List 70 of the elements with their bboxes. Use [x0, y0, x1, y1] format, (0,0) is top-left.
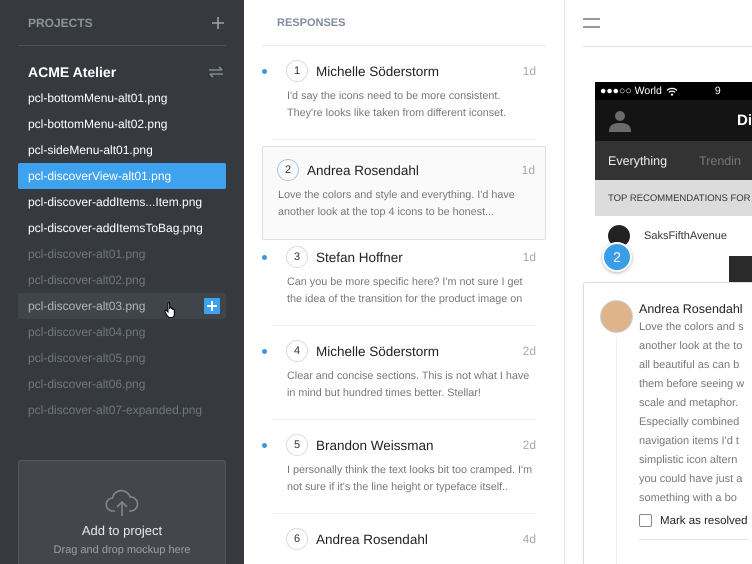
file-item[interactable]: pcl-sideMenu-alt01.png	[18, 137, 226, 163]
response-age: 1d	[522, 250, 536, 264]
hand-cursor-icon	[164, 302, 177, 318]
projects-heading: PROJECTS	[28, 16, 93, 30]
add-icon[interactable]	[212, 16, 224, 28]
menu-icon[interactable]	[583, 18, 600, 28]
response-text: Clear and concise sections. This is not what I have in mind but hundred times better. Stellar!	[287, 369, 530, 401]
response-item[interactable]: 1 Michelle Söderstorm 1d I'd say the icons need to be more consistent. They're looks like taken from different iconset.	[272, 60, 536, 140]
response-age: 2d	[522, 344, 536, 358]
comment-line: them before seeing w	[639, 377, 746, 392]
response-number: 5	[286, 434, 308, 456]
author-name: Michelle Söderstorm	[316, 344, 440, 358]
person-icon	[609, 110, 631, 132]
comment-line: you could have just a	[639, 472, 744, 487]
response-age: 1d	[522, 64, 536, 78]
upload-hint: Drag and drop mockup here	[54, 544, 190, 556]
response-number: 1	[286, 60, 308, 82]
avatar	[600, 300, 632, 333]
response-item[interactable]: 6 Andrea Rosendahl 4d	[272, 528, 536, 564]
comment-line: all beautiful as can b	[639, 358, 740, 373]
comment-line: navigation items I'd t	[639, 434, 740, 449]
screen-title: Di	[737, 112, 752, 129]
response-number: 2	[277, 159, 299, 181]
comment-line: Especially combined	[639, 415, 740, 430]
author-name: Stefan Hoffner	[316, 250, 404, 264]
author-name: Andrea Rosendahl	[307, 162, 420, 178]
upload-dropzone[interactable]: Add to project Drag and drop mockup here	[18, 460, 226, 564]
responses-heading: RESPONSES	[277, 16, 346, 28]
comment-line: another look at the to	[639, 339, 744, 354]
response-number: 3	[286, 246, 308, 268]
response-item[interactable]: 3 Stefan Hoffner 1d Can you be more specific here? I'm not sure I get the idea of the transition for the product image on	[272, 246, 536, 326]
author-name: Andrea Rosendahl	[316, 532, 429, 546]
response-age: 2d	[522, 438, 536, 452]
wifi-icon	[666, 86, 678, 96]
file-item[interactable]: pcl-bottomMenu-alt01.png	[18, 85, 226, 111]
response-text: Love the colors and style and everything. I'd have another look at the top 4 icons to be honest...	[278, 188, 516, 220]
comment-line: Love the colors and s	[639, 320, 745, 335]
response-number: 4	[286, 340, 308, 362]
comment-line: scale and metaphor.	[639, 396, 740, 411]
comment-line: something with a bo	[639, 491, 738, 506]
response-age: 1d	[522, 163, 535, 177]
response-card[interactable]: 2 Andrea Rosendahl 1d Love the colors and style and everything. I'd have another look at the top 4 icons to be honest...	[262, 146, 546, 240]
response-item[interactable]: 4 Michelle Söderstorm 2d Clear and concise sections. This is not what I have in mind but hundred times better. Stellar!	[272, 340, 536, 420]
author-name: Brandon Weissman	[316, 438, 435, 452]
response-text: I'd say the icons need to be more consistent. They're looks like taken from different iconset.	[287, 89, 508, 121]
file-item[interactable]: pcl-discover-alt03.png	[18, 293, 226, 319]
swap-icon[interactable]	[208, 66, 224, 78]
checkbox[interactable]	[639, 514, 652, 527]
project-name[interactable]: ACME Atelier	[28, 64, 116, 80]
response-text: I personally think the text looks bit too cramped. I'm not sure if it's the line height or typeface itself..	[287, 463, 534, 495]
section-heading: TOP RECOMMENDATIONS FOR	[608, 192, 751, 204]
app-tab-label: Trendin	[699, 154, 741, 168]
response-text: Can you be more specific here? I'm not sure I get the idea of the transition for the product image on	[287, 275, 524, 307]
add-button-icon[interactable]	[204, 298, 220, 314]
response-item[interactable]: 5 Brandon Weissman 2d I personally think the text looks bit too cramped. I'm not sure if it's the line height or typeface itself..	[272, 434, 536, 514]
file-item[interactable]: pcl-bottomMenu-alt02.png	[18, 111, 226, 137]
commenter-name: Andrea Rosendahl	[639, 301, 744, 318]
file-item[interactable]: pcl-discover-addItems...Item.png	[18, 189, 226, 215]
response-number: 6	[286, 528, 308, 550]
upload-title: Add to project	[82, 523, 162, 538]
cloud-upload-icon	[105, 489, 139, 517]
resolve-label[interactable]: Mark as resolved	[660, 514, 748, 526]
author-name: Michelle Söderstorm	[316, 64, 440, 78]
app-tab-label: Everything	[608, 154, 668, 168]
comment-line: simplistic icon altern	[639, 453, 738, 468]
store-name: SaksFifthAvenue	[644, 230, 727, 242]
response-age: 4d	[522, 532, 536, 546]
carrier-text: ●●●○○ World	[600, 85, 662, 97]
status-time: 9	[714, 85, 721, 97]
file-item[interactable]: pcl-discover-addItemsToBag.png	[18, 215, 226, 241]
